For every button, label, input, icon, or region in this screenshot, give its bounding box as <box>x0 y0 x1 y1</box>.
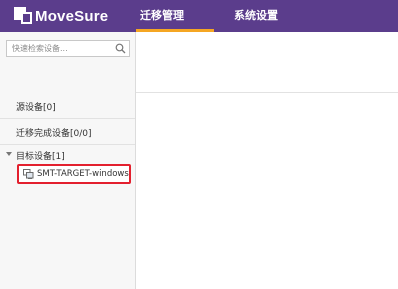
search-icon[interactable] <box>115 43 126 54</box>
migrated-devices-section[interactable]: 迁移完成设备[0/0] <box>0 119 135 145</box>
target-device-item[interactable]: SMT-TARGET-windows <box>17 164 131 184</box>
source-devices-label: 源设备[0] <box>16 103 56 113</box>
migrated-devices-label: 迁移完成设备[0/0] <box>16 129 92 139</box>
tab-migration-management[interactable]: 迁移管理 <box>136 0 214 32</box>
device-search-box <box>6 40 130 57</box>
caret-down-icon[interactable] <box>6 152 12 156</box>
target-device-name: SMT-TARGET-windows <box>37 169 129 179</box>
brand-name: MoveSure <box>35 7 109 25</box>
source-devices-section[interactable]: 源设备[0] <box>0 93 135 119</box>
target-devices-group[interactable]: 目标设备[1] <box>0 149 135 163</box>
tab-system-settings[interactable]: 系统设置 <box>214 0 284 32</box>
target-devices-label: 目标设备[1] <box>16 152 65 162</box>
windows-device-icon <box>23 169 34 179</box>
main-content-area <box>136 32 398 289</box>
main-nav: 迁移管理 系统设置 <box>136 0 284 32</box>
app-logo: MoveSure <box>14 6 108 26</box>
device-sidebar: 源设备[0] 迁移完成设备[0/0] 目标设备[1] SMT-TARGET-wi… <box>0 32 136 289</box>
logo-mark-icon <box>14 7 32 25</box>
content-header-panel <box>136 32 398 93</box>
top-navigation-bar: MoveSure 迁移管理 系统设置 <box>0 0 398 32</box>
device-search-input[interactable] <box>7 41 113 56</box>
